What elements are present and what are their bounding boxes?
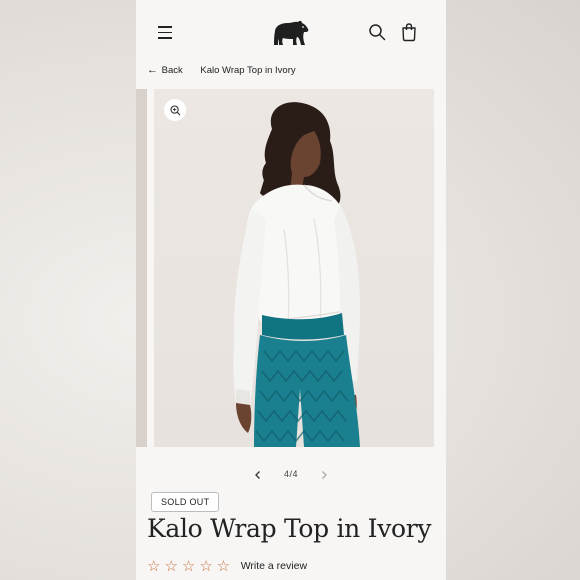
- chevron-right-icon[interactable]: [319, 468, 329, 482]
- slide-counter: 4/4: [283, 469, 298, 479]
- review-summary: ☆☆☆☆☆ Write a review: [147, 557, 307, 575]
- sold-out-badge: SOLD OUT: [151, 492, 220, 512]
- previous-image-peek[interactable]: [136, 89, 147, 447]
- menu-line: [158, 26, 172, 28]
- shopping-bag-icon[interactable]: [400, 22, 418, 42]
- back-label: Back: [161, 65, 183, 76]
- zoom-in-icon: [169, 104, 180, 115]
- hamburger-menu-icon[interactable]: [158, 26, 172, 39]
- product-gallery: [136, 89, 446, 447]
- bear-logo-icon[interactable]: [270, 17, 310, 47]
- product-title: Kalo Wrap Top in Ivory: [147, 514, 432, 543]
- menu-line: [158, 31, 172, 33]
- star-rating-icon[interactable]: ☆☆☆☆☆: [147, 557, 234, 575]
- site-header: [136, 0, 446, 60]
- search-icon[interactable]: [368, 23, 386, 41]
- chevron-left-icon[interactable]: [253, 468, 263, 482]
- back-link[interactable]: ← Back: [147, 64, 183, 76]
- breadcrumb: ← Back Kalo Wrap Top in Ivory: [147, 64, 296, 80]
- write-review-link[interactable]: Write a review: [241, 560, 307, 572]
- zoom-button[interactable]: [164, 99, 186, 121]
- product-image[interactable]: [154, 89, 434, 447]
- back-arrow-icon: ←: [147, 64, 158, 76]
- breadcrumb-current: Kalo Wrap Top in Ivory: [200, 65, 296, 76]
- model-photo: [233, 102, 360, 447]
- mobile-page: ← Back Kalo Wrap Top in Ivory 4/4 SOLD O…: [136, 0, 446, 580]
- menu-line: [158, 37, 172, 39]
- gallery-pager: 4/4: [136, 465, 446, 485]
